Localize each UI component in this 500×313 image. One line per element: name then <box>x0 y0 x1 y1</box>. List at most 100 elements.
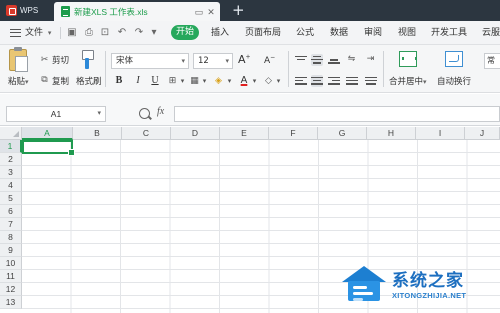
print-preview-icon[interactable]: ⊡ <box>99 27 111 39</box>
column-header-b[interactable]: B <box>73 127 122 140</box>
document-tab-title: 新建XLS 工作表.xls <box>74 6 148 17</box>
close-tab-icon[interactable]: ✕ <box>206 7 216 17</box>
distributed-icon[interactable] <box>365 75 377 87</box>
bold-button[interactable]: B <box>113 74 125 88</box>
copy-icon[interactable]: ⧉ <box>39 75 50 86</box>
tab-formulas[interactable]: 公式 <box>296 21 314 45</box>
copy-button[interactable]: 复制 <box>52 75 69 87</box>
chevron-down-icon: ▾ <box>181 57 185 65</box>
row-header-4[interactable]: 4 <box>0 179 22 192</box>
cut-icon[interactable]: ✂ <box>39 55 50 66</box>
document-tab[interactable]: 新建XLS 工作表.xls ▭ ✕ <box>54 2 220 21</box>
spreadsheet-icon <box>61 6 70 17</box>
insert-function-button[interactable]: fx <box>157 106 164 117</box>
italic-button[interactable]: I <box>132 74 144 88</box>
column-header-j[interactable]: J <box>465 127 500 140</box>
number-format-select[interactable]: 常规 <box>484 53 500 69</box>
column-header-e[interactable]: E <box>220 127 269 140</box>
merge-center-button[interactable]: 合并居中▾ <box>389 75 427 87</box>
decrease-font-icon: − <box>270 54 276 61</box>
file-menu[interactable]: 文件 ▾ <box>25 21 51 45</box>
row-header-8[interactable]: 8 <box>0 231 22 244</box>
wps-home-tab[interactable]: WPS <box>0 0 52 21</box>
zoom-icon[interactable] <box>139 108 150 119</box>
column-header-a[interactable]: A <box>22 127 73 140</box>
chevron-down-icon[interactable]: ▾ <box>177 76 188 87</box>
tab-insert[interactable]: 插入 <box>211 21 229 45</box>
font-name-select[interactable]: 宋体 ▾ <box>111 53 189 69</box>
tab-cloud[interactable]: 云服 <box>482 21 500 45</box>
cut-button[interactable]: 剪切 <box>52 54 69 66</box>
name-box[interactable]: A1 ▾ <box>6 106 106 122</box>
pin-icon[interactable]: ▭ <box>194 7 204 17</box>
tab-review[interactable]: 审阅 <box>364 21 382 45</box>
row-header-12[interactable]: 12 <box>0 283 22 296</box>
format-painter-icon[interactable] <box>80 50 94 70</box>
column-header-h[interactable]: H <box>367 127 416 140</box>
quick-access-dropdown-icon[interactable]: ▾ <box>148 27 160 39</box>
formula-input[interactable] <box>174 106 500 122</box>
tab-page-layout[interactable]: 页面布局 <box>245 21 281 45</box>
tab-data[interactable]: 数据 <box>330 21 348 45</box>
chevron-down-icon[interactable]: ▾ <box>273 76 284 87</box>
active-cell-a1[interactable] <box>22 140 75 156</box>
tab-developer[interactable]: 开发工具 <box>431 21 467 45</box>
site-watermark: 系统之家 XITONGZHIJIA.NET <box>340 262 496 310</box>
redo-icon[interactable]: ↷ <box>133 27 145 39</box>
merge-center-icon[interactable] <box>399 51 417 67</box>
chevron-down-icon[interactable]: ▾ <box>249 76 260 87</box>
tab-start[interactable]: 开始 <box>171 25 199 40</box>
row-header-10[interactable]: 10 <box>0 257 22 270</box>
justify-icon[interactable] <box>346 75 358 87</box>
fill-color-icon[interactable]: ◈ <box>213 76 224 87</box>
align-bottom-icon[interactable] <box>328 54 340 66</box>
row-header-9[interactable]: 9 <box>0 244 22 257</box>
align-top-icon[interactable] <box>295 54 307 66</box>
save-icon[interactable]: ▣ <box>66 27 78 39</box>
column-header-f[interactable]: F <box>269 127 318 140</box>
wrap-text-icon[interactable] <box>445 51 463 67</box>
name-box-value: A1 <box>50 109 62 119</box>
increase-font-button[interactable]: A+ <box>238 53 251 66</box>
column-header-g[interactable]: G <box>318 127 367 140</box>
undo-icon[interactable]: ↶ <box>116 27 128 39</box>
column-header-c[interactable]: C <box>122 127 171 140</box>
menu-icon[interactable] <box>10 29 21 37</box>
underline-button[interactable]: U <box>149 74 161 88</box>
indent-icon[interactable]: ⇥ <box>365 54 376 65</box>
row-header-6[interactable]: 6 <box>0 205 22 218</box>
column-header-d[interactable]: D <box>171 127 220 140</box>
chevron-down-icon[interactable]: ▾ <box>199 76 210 87</box>
align-right-icon[interactable] <box>328 75 340 87</box>
ribbon-divider <box>383 51 384 87</box>
new-tab-button[interactable]: + <box>232 2 245 19</box>
title-tab-bar: WPS 新建XLS 工作表.xls ▭ ✕ + <box>0 0 500 21</box>
font-size-select[interactable]: 12 ▾ <box>193 53 233 69</box>
chevron-down-icon: ▾ <box>97 110 101 117</box>
wrap-text-button[interactable]: 自动换行 <box>437 75 471 87</box>
row-header-11[interactable]: 11 <box>0 270 22 283</box>
column-header-i[interactable]: I <box>416 127 465 140</box>
print-icon[interactable]: ⎙ <box>83 27 95 39</box>
align-middle-icon[interactable] <box>311 54 323 66</box>
format-painter-button[interactable]: 格式刷 <box>76 75 102 87</box>
watermark-url: XITONGZHIJIA.NET <box>392 291 467 300</box>
chevron-down-icon: ▾ <box>225 57 229 65</box>
decrease-font-button[interactable]: A− <box>264 54 275 66</box>
tab-view[interactable]: 视图 <box>398 21 416 45</box>
text-direction-icon[interactable]: ⇋ <box>346 54 357 65</box>
paste-button[interactable]: 粘贴▾ <box>8 75 29 87</box>
select-all-corner[interactable] <box>0 127 22 140</box>
ribbon-divider <box>288 51 289 87</box>
row-header-1[interactable]: 1 <box>0 140 22 153</box>
align-left-icon[interactable] <box>295 75 307 87</box>
align-center-icon[interactable] <box>311 75 323 87</box>
paste-icon[interactable] <box>9 47 28 72</box>
row-header-13[interactable]: 13 <box>0 296 22 309</box>
chevron-down-icon[interactable]: ▾ <box>224 76 235 87</box>
row-header-2[interactable]: 2 <box>0 153 22 166</box>
row-header-5[interactable]: 5 <box>0 192 22 205</box>
increase-font-label: A <box>238 53 246 66</box>
row-header-7[interactable]: 7 <box>0 218 22 231</box>
row-header-3[interactable]: 3 <box>0 166 22 179</box>
